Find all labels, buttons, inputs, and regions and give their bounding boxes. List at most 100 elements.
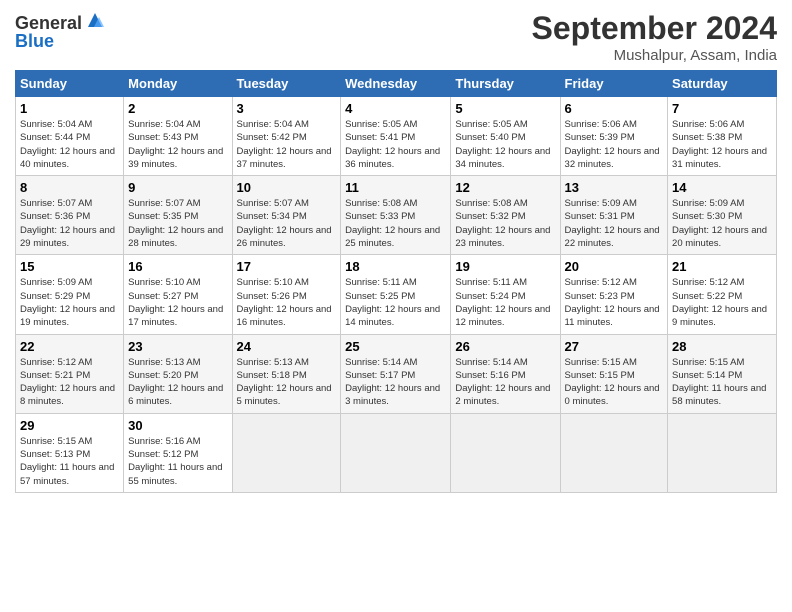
day-info: Sunrise: 5:10 AMSunset: 5:26 PMDaylight:…	[237, 276, 337, 329]
calendar-cell: 4 Sunrise: 5:05 AMSunset: 5:41 PMDaylight…	[341, 97, 451, 176]
day-info: Sunrise: 5:09 AMSunset: 5:30 PMDaylight:…	[672, 197, 772, 250]
calendar-cell: 18 Sunrise: 5:11 AMSunset: 5:25 PMDayligh…	[341, 255, 451, 334]
day-info: Sunrise: 5:06 AMSunset: 5:39 PMDaylight:…	[565, 118, 664, 171]
day-number: 14	[672, 180, 772, 195]
day-info: Sunrise: 5:15 AMSunset: 5:15 PMDaylight:…	[565, 356, 664, 409]
day-number: 4	[345, 101, 446, 116]
day-number: 20	[565, 259, 664, 274]
calendar-cell: 27 Sunrise: 5:15 AMSunset: 5:15 PMDayligh…	[560, 334, 668, 413]
day-info: Sunrise: 5:09 AMSunset: 5:29 PMDaylight:…	[20, 276, 119, 329]
calendar-cell: 26 Sunrise: 5:14 AMSunset: 5:16 PMDayligh…	[451, 334, 560, 413]
day-info: Sunrise: 5:09 AMSunset: 5:31 PMDaylight:…	[565, 197, 664, 250]
day-info: Sunrise: 5:12 AMSunset: 5:23 PMDaylight:…	[565, 276, 664, 329]
day-info: Sunrise: 5:07 AMSunset: 5:36 PMDaylight:…	[20, 197, 119, 250]
day-number: 18	[345, 259, 446, 274]
day-number: 6	[565, 101, 664, 116]
calendar-cell: 8 Sunrise: 5:07 AMSunset: 5:36 PMDaylight…	[16, 176, 124, 255]
day-info: Sunrise: 5:10 AMSunset: 5:27 PMDaylight:…	[128, 276, 227, 329]
day-number: 15	[20, 259, 119, 274]
header-row: Sunday Monday Tuesday Wednesday Thursday…	[16, 71, 777, 97]
calendar-cell: 30 Sunrise: 5:16 AMSunset: 5:12 PMDayligh…	[124, 413, 232, 492]
day-number: 30	[128, 418, 227, 433]
calendar-cell: 11 Sunrise: 5:08 AMSunset: 5:33 PMDayligh…	[341, 176, 451, 255]
day-number: 2	[128, 101, 227, 116]
day-info: Sunrise: 5:15 AMSunset: 5:14 PMDaylight:…	[672, 356, 772, 409]
day-number: 12	[455, 180, 555, 195]
calendar-week-3: 15 Sunrise: 5:09 AMSunset: 5:29 PMDayligh…	[16, 255, 777, 334]
day-number: 3	[237, 101, 337, 116]
calendar-cell	[560, 413, 668, 492]
calendar-cell	[232, 413, 341, 492]
calendar-cell: 9 Sunrise: 5:07 AMSunset: 5:35 PMDaylight…	[124, 176, 232, 255]
day-info: Sunrise: 5:07 AMSunset: 5:35 PMDaylight:…	[128, 197, 227, 250]
calendar-cell: 28Sunrise: 5:15 AMSunset: 5:14 PMDayligh…	[668, 334, 777, 413]
calendar-cell: 1 Sunrise: 5:04 AMSunset: 5:44 PMDaylight…	[16, 97, 124, 176]
day-number: 23	[128, 339, 227, 354]
day-info: Sunrise: 5:05 AMSunset: 5:41 PMDaylight:…	[345, 118, 446, 171]
day-info: Sunrise: 5:11 AMSunset: 5:24 PMDaylight:…	[455, 276, 555, 329]
day-info: Sunrise: 5:04 AMSunset: 5:43 PMDaylight:…	[128, 118, 227, 171]
calendar-cell: 7 Sunrise: 5:06 AMSunset: 5:38 PMDaylight…	[668, 97, 777, 176]
col-thursday: Thursday	[451, 71, 560, 97]
day-number: 13	[565, 180, 664, 195]
day-number: 9	[128, 180, 227, 195]
day-info: Sunrise: 5:14 AMSunset: 5:17 PMDaylight:…	[345, 356, 446, 409]
calendar-cell	[451, 413, 560, 492]
day-info: Sunrise: 5:13 AMSunset: 5:20 PMDaylight:…	[128, 356, 227, 409]
day-number: 27	[565, 339, 664, 354]
day-info: Sunrise: 5:08 AMSunset: 5:33 PMDaylight:…	[345, 197, 446, 250]
calendar-cell: 16Sunrise: 5:10 AMSunset: 5:27 PMDayligh…	[124, 255, 232, 334]
day-info: Sunrise: 5:11 AMSunset: 5:25 PMDaylight:…	[345, 276, 446, 329]
calendar-week-4: 22Sunrise: 5:12 AMSunset: 5:21 PMDayligh…	[16, 334, 777, 413]
calendar-cell: 13 Sunrise: 5:09 AMSunset: 5:31 PMDayligh…	[560, 176, 668, 255]
day-number: 11	[345, 180, 446, 195]
calendar-cell	[668, 413, 777, 492]
day-info: Sunrise: 5:16 AMSunset: 5:12 PMDaylight:…	[128, 435, 227, 488]
calendar-cell: 5 Sunrise: 5:05 AMSunset: 5:40 PMDaylight…	[451, 97, 560, 176]
day-number: 26	[455, 339, 555, 354]
calendar-cell: 10 Sunrise: 5:07 AMSunset: 5:34 PMDayligh…	[232, 176, 341, 255]
col-saturday: Saturday	[668, 71, 777, 97]
day-number: 25	[345, 339, 446, 354]
logo: General Blue	[15, 14, 106, 52]
day-info: Sunrise: 5:12 AMSunset: 5:21 PMDaylight:…	[20, 356, 119, 409]
calendar-cell: 22Sunrise: 5:12 AMSunset: 5:21 PMDayligh…	[16, 334, 124, 413]
col-tuesday: Tuesday	[232, 71, 341, 97]
calendar-cell: 23 Sunrise: 5:13 AMSunset: 5:20 PMDayligh…	[124, 334, 232, 413]
title-block: September 2024 Mushalpur, Assam, India	[532, 10, 777, 64]
calendar-cell: 17Sunrise: 5:10 AMSunset: 5:26 PMDayligh…	[232, 255, 341, 334]
day-info: Sunrise: 5:04 AMSunset: 5:42 PMDaylight:…	[237, 118, 337, 171]
calendar-cell: 14 Sunrise: 5:09 AMSunset: 5:30 PMDayligh…	[668, 176, 777, 255]
day-number: 29	[20, 418, 119, 433]
col-sunday: Sunday	[16, 71, 124, 97]
header: General Blue September 2024 Mushalpur, A…	[15, 10, 777, 64]
day-info: Sunrise: 5:04 AMSunset: 5:44 PMDaylight:…	[20, 118, 119, 171]
day-number: 5	[455, 101, 555, 116]
day-info: Sunrise: 5:08 AMSunset: 5:32 PMDaylight:…	[455, 197, 555, 250]
calendar-table: Sunday Monday Tuesday Wednesday Thursday…	[15, 70, 777, 493]
calendar-cell: 3 Sunrise: 5:04 AMSunset: 5:42 PMDaylight…	[232, 97, 341, 176]
day-info: Sunrise: 5:05 AMSunset: 5:40 PMDaylight:…	[455, 118, 555, 171]
day-number: 24	[237, 339, 337, 354]
day-info: Sunrise: 5:13 AMSunset: 5:18 PMDaylight:…	[237, 356, 337, 409]
col-friday: Friday	[560, 71, 668, 97]
day-info: Sunrise: 5:14 AMSunset: 5:16 PMDaylight:…	[455, 356, 555, 409]
day-info: Sunrise: 5:15 AMSunset: 5:13 PMDaylight:…	[20, 435, 119, 488]
month-title: September 2024	[532, 10, 777, 47]
logo-icon	[84, 9, 106, 31]
col-wednesday: Wednesday	[341, 71, 451, 97]
calendar-week-1: 1 Sunrise: 5:04 AMSunset: 5:44 PMDaylight…	[16, 97, 777, 176]
day-info: Sunrise: 5:06 AMSunset: 5:38 PMDaylight:…	[672, 118, 772, 171]
day-number: 8	[20, 180, 119, 195]
day-number: 1	[20, 101, 119, 116]
day-number: 7	[672, 101, 772, 116]
calendar-cell: 19 Sunrise: 5:11 AMSunset: 5:24 PMDayligh…	[451, 255, 560, 334]
calendar-cell: 25 Sunrise: 5:14 AMSunset: 5:17 PMDayligh…	[341, 334, 451, 413]
calendar-cell: 21Sunrise: 5:12 AMSunset: 5:22 PMDayligh…	[668, 255, 777, 334]
day-number: 10	[237, 180, 337, 195]
calendar-cell: 2 Sunrise: 5:04 AMSunset: 5:43 PMDaylight…	[124, 97, 232, 176]
calendar-week-5: 29 Sunrise: 5:15 AMSunset: 5:13 PMDayligh…	[16, 413, 777, 492]
day-info: Sunrise: 5:07 AMSunset: 5:34 PMDaylight:…	[237, 197, 337, 250]
day-number: 19	[455, 259, 555, 274]
calendar-cell: 20 Sunrise: 5:12 AMSunset: 5:23 PMDayligh…	[560, 255, 668, 334]
